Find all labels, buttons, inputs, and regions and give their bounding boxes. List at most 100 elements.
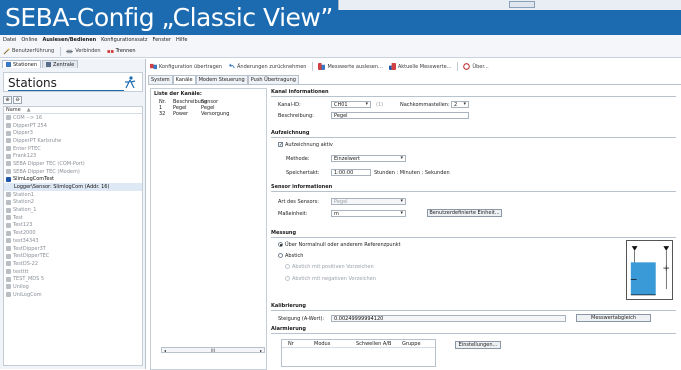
list-item[interactable]: Unilog: [4, 283, 142, 291]
menu-online[interactable]: Online: [21, 37, 37, 43]
alarm-title: Alarmierung: [271, 326, 306, 332]
undo-changes-button[interactable]: Änderungen zurücknehmen: [228, 63, 306, 70]
alarm-settings-button[interactable]: Einstellungen...: [455, 341, 501, 349]
connect-button[interactable]: Verbinden: [66, 48, 101, 55]
scroll-left-icon[interactable]: ◂: [164, 348, 166, 353]
decimals-select[interactable]: 2: [451, 101, 469, 108]
app-title: SEBA-Config „Classic View”: [5, 3, 333, 32]
slope-label: Steigung (A-Wert):: [278, 316, 325, 322]
table-row[interactable]: 32 Power Versorgung: [159, 111, 267, 117]
menu-bar: Datei Online Auslesen/Bedienen Konfigura…: [0, 35, 681, 45]
disconnect-icon: [107, 49, 114, 53]
tab-stations[interactable]: Stationen: [2, 60, 42, 68]
station-icon: [6, 153, 11, 159]
expand-button[interactable]: ⊕: [3, 96, 12, 104]
main-toolbar: Benutzerführung Verbinden Trennen: [0, 45, 681, 58]
disconnect-button[interactable]: Trennen: [107, 48, 136, 55]
list-item[interactable]: TestDipperTEC: [4, 252, 142, 260]
interval-input[interactable]: 1:00:00: [331, 169, 371, 176]
above-reference-radio[interactable]: [278, 242, 283, 247]
unit-select[interactable]: m: [331, 210, 406, 217]
scroll-right-icon[interactable]: ▸: [260, 348, 262, 353]
list-item[interactable]: Frank123: [4, 152, 142, 160]
decimals-label: Nachkommastellen:: [400, 102, 450, 108]
current-values-icon: [388, 63, 396, 70]
list-item[interactable]: DipperPT 254: [4, 122, 142, 130]
wand-icon: [3, 47, 10, 54]
tab-central[interactable]: Zentrale: [42, 60, 79, 68]
menu-auslesen[interactable]: Auslesen/Bedienen: [42, 37, 96, 43]
window-button: [509, 1, 535, 8]
list-item[interactable]: COM --> 16: [4, 114, 142, 122]
depth-positive-radio[interactable]: [285, 264, 290, 269]
slope-input[interactable]: 0.00249999994120: [331, 315, 566, 322]
current-values-button[interactable]: Aktuelle Messwerte...: [388, 63, 451, 70]
list-item[interactable]: DipperPT Karlsruhe: [4, 137, 142, 145]
station-icon: [6, 246, 11, 252]
list-item[interactable]: TestDS-22: [4, 260, 142, 268]
transfer-config-button[interactable]: Konfiguration übertragen: [150, 63, 222, 70]
undo-icon: [228, 63, 235, 69]
section-divider: [271, 310, 676, 311]
list-item-active[interactable]: SlimLogComTest: [4, 176, 142, 184]
horizontal-scrollbar[interactable]: ◂ III ▸: [161, 347, 265, 353]
tab-modem[interactable]: Modem Steuerung: [195, 75, 248, 84]
section-divider: [271, 333, 676, 334]
depth-negative-radio[interactable]: [285, 276, 290, 281]
collapse-button[interactable]: ⊖: [13, 96, 22, 104]
method-select[interactable]: Einzelwert: [331, 155, 406, 162]
channel-id-note: (1): [376, 102, 384, 108]
section-divider: [271, 237, 676, 238]
central-icon: [46, 62, 52, 67]
sensor-type-select[interactable]: Pegel: [331, 198, 406, 205]
menu-hilfe[interactable]: Hilfe: [176, 37, 187, 43]
recording-active-label: Aufzeichnung aktiv: [285, 142, 333, 148]
custom-unit-button[interactable]: Benutzerdefinierte Einheit...: [427, 209, 502, 217]
about-button[interactable]: Über...: [463, 63, 489, 70]
channel-table: Nr. Beschreibung Sensor 1 Pegel Pegel 32…: [159, 99, 267, 117]
list-item[interactable]: Test2000: [4, 229, 142, 237]
station-icon: [6, 261, 11, 267]
stations-title: Stations: [8, 76, 57, 90]
tab-channels[interactable]: Kanäle: [172, 75, 196, 84]
menu-konfigurationssatz[interactable]: Konfigurationssatz: [101, 37, 147, 43]
recording-active-checkbox[interactable]: ✓: [278, 142, 283, 148]
stations-icon: [6, 62, 11, 67]
station-icon: [6, 130, 11, 136]
station-icon: [6, 276, 11, 282]
list-item[interactable]: Station_1: [4, 206, 142, 214]
list-item[interactable]: Enter PTEC: [4, 145, 142, 153]
list-item[interactable]: Test123: [4, 222, 142, 230]
list-item[interactable]: TestDipper3T: [4, 245, 142, 253]
tab-system[interactable]: System: [148, 75, 173, 84]
method-label: Methode:: [286, 156, 310, 162]
list-header[interactable]: Name ▲: [4, 107, 142, 114]
description-input[interactable]: Pegel: [331, 112, 469, 119]
list-item[interactable]: test34343: [4, 237, 142, 245]
list-item[interactable]: testttt: [4, 268, 142, 276]
station-icon: [6, 161, 11, 167]
calibrate-button[interactable]: Messwertabgleich: [576, 314, 651, 322]
read-values-button[interactable]: Messwerte auslesen...: [318, 63, 383, 70]
runner-icon[interactable]: [124, 76, 136, 89]
calibration-title: Kalibrierung: [271, 303, 306, 309]
list-item[interactable]: Test: [4, 214, 142, 222]
channel-id-select[interactable]: CH01: [331, 101, 371, 108]
station-icon: [6, 222, 11, 228]
menu-datei[interactable]: Datei: [3, 37, 16, 43]
depth-negative-label: Abstich mit negativen Vorzeichen: [292, 276, 376, 282]
list-item[interactable]: SEBA Dipper TEC (Modem): [4, 168, 142, 176]
depth-radio[interactable]: [278, 253, 283, 258]
station-icon: [6, 146, 11, 152]
list-item[interactable]: Dipper3: [4, 129, 142, 137]
list-item-selected-sensor[interactable]: Logger\Sensor: SlimlogCom (Addr. 16): [4, 183, 142, 191]
menu-fenster[interactable]: Fenster: [152, 37, 171, 43]
list-item[interactable]: UniLogCom: [4, 291, 142, 299]
list-item[interactable]: Station2: [4, 199, 142, 207]
list-item[interactable]: Station1: [4, 191, 142, 199]
alarm-table-header: Nr Modus Schwellen A/B Gruppe: [282, 340, 435, 348]
user-guidance-button[interactable]: Benutzerführung: [3, 47, 54, 55]
list-item[interactable]: SEBA Dipper TEC (COM-Port): [4, 160, 142, 168]
tab-push[interactable]: Push Übertragung: [247, 75, 299, 84]
list-item[interactable]: TEST_MDS 5: [4, 275, 142, 283]
